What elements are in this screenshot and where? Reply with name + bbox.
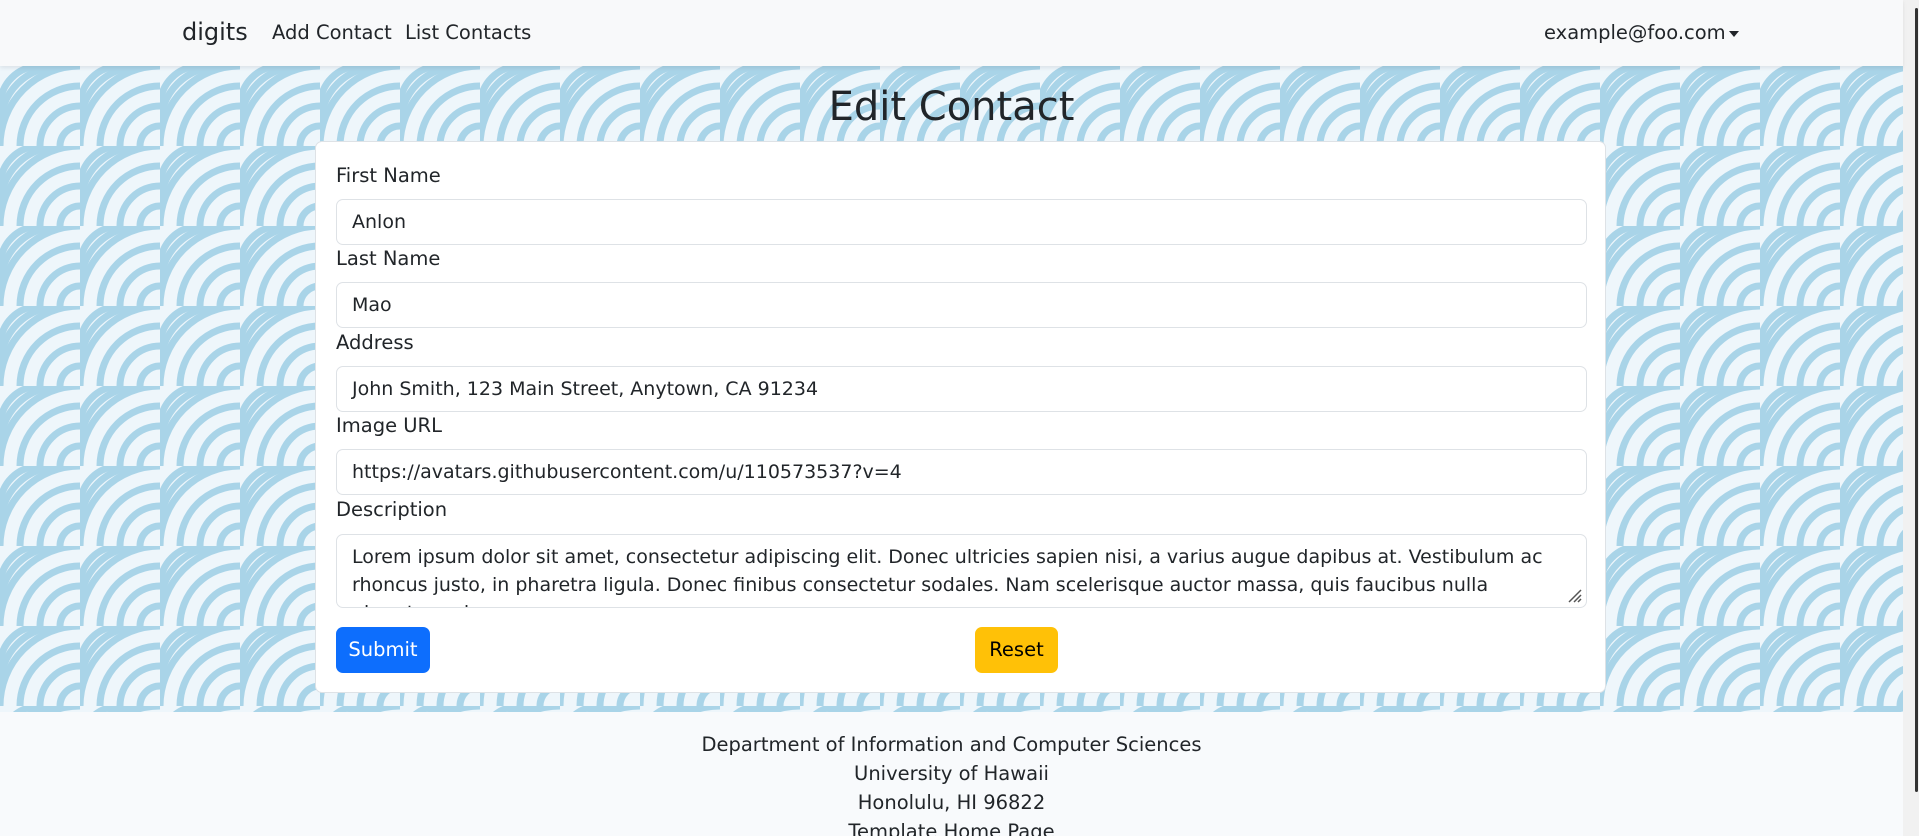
footer: Department of Information and Computer S…: [0, 712, 1903, 836]
description-text: Lorem ipsum dolor sit amet, consectetur …: [352, 546, 1543, 607]
image-url-field[interactable]: https://avatars.githubusercontent.com/u/…: [336, 449, 1587, 495]
edit-contact-form: First Name Anlon Last Name Mao Address J…: [315, 141, 1606, 693]
footer-university: University of Hawaii: [854, 762, 1049, 785]
address-label: Address: [336, 331, 414, 354]
reset-button[interactable]: Reset: [975, 627, 1058, 673]
page-title: Edit Contact: [828, 84, 1075, 130]
footer-template-link[interactable]: Template Home Page: [0, 820, 1903, 836]
address-field[interactable]: John Smith, 123 Main Street, Anytown, CA…: [336, 366, 1587, 412]
description-textarea[interactable]: Lorem ipsum dolor sit amet, consectetur …: [336, 534, 1587, 608]
user-dropdown[interactable]: example@foo.com: [1544, 21, 1739, 44]
description-label: Description: [336, 498, 448, 521]
nav-add-contact[interactable]: Add Contact: [272, 21, 392, 44]
first-name-field[interactable]: Anlon: [336, 199, 1587, 245]
scrollbar-thumb[interactable]: [1915, 8, 1918, 792]
submit-button[interactable]: Submit: [336, 627, 430, 673]
nav-list-contacts[interactable]: List Contacts: [405, 21, 531, 44]
footer-department: Department of Information and Computer S…: [701, 733, 1202, 756]
last-name-label: Last Name: [336, 247, 441, 270]
footer-location: Honolulu, HI 96822: [857, 791, 1046, 814]
brand-link[interactable]: digits: [182, 18, 248, 46]
resize-grip-icon[interactable]: [1563, 584, 1583, 604]
user-email: example@foo.com: [1544, 21, 1726, 44]
image-url-label: Image URL: [336, 414, 442, 437]
top-navbar: digits Add Contact List Contacts example…: [0, 0, 1903, 66]
last-name-field[interactable]: Mao: [336, 282, 1587, 328]
caret-down-icon: [1728, 30, 1739, 37]
first-name-label: First Name: [336, 164, 441, 187]
